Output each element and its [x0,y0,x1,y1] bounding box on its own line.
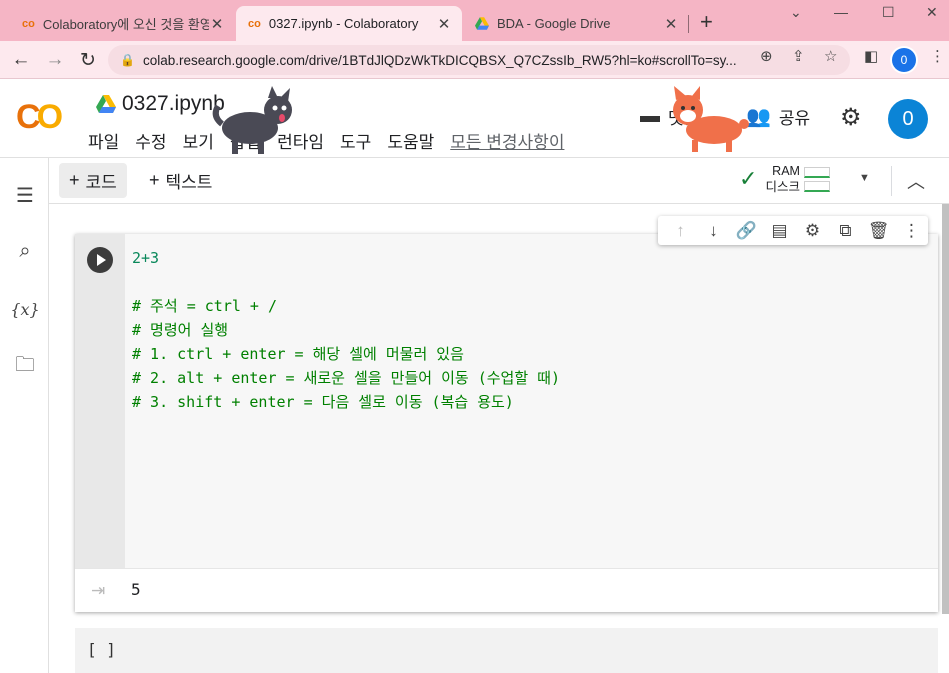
cell-output: ⇥ 5 [75,568,938,612]
address-bar[interactable]: 🔒 colab.research.google.com/drive/1BTdJl… [108,45,850,75]
lock-icon: 🔒 [120,53,135,67]
menu-file[interactable]: 파일 [88,128,119,153]
scrollbar[interactable] [942,204,949,614]
minimize-icon[interactable]: — [834,4,848,20]
drive-favicon-icon [475,17,489,30]
move-up-icon[interactable]: ↑ [664,221,697,241]
code-line: # 3. shift + enter = 다음 셀로 이동 (복습 용도) [132,393,514,411]
tab-search-icon[interactable]: ⌄ [790,4,802,21]
forward-arrow-icon[interactable]: → [42,47,68,73]
variables-icon[interactable]: {x} [10,296,39,322]
browser-tab-notebook[interactable]: co 0327.ipynb - Colaboratory ✕ [236,6,462,41]
mirror-cell-icon[interactable]: ⧉ [829,221,862,241]
tab-title: 0327.ipynb - Colaboratory [268,16,419,31]
notebook-title[interactable]: 0327.ipynb [96,92,225,116]
settings-gear-icon[interactable]: ⚙ [840,103,862,132]
all-changes-link[interactable]: 모든 변경사항이 [450,128,564,153]
cell-toolbar: ↑ ↓ 🔗 ▤ ⚙ ⧉ 🗑 ⋮ [658,216,928,245]
search-icon[interactable]: ⌕ [12,238,38,264]
close-icon[interactable]: ✕ [436,15,452,33]
close-icon[interactable]: ✕ [209,15,225,33]
code-cell[interactable]: 2+3 # 주석 = ctrl + / # 명령어 실행 # 1. ctrl +… [75,234,938,612]
plus-icon: + [69,170,80,190]
tab-divider [688,15,689,33]
browser-tab-drive[interactable]: BDA - Google Drive ✕ [463,6,689,41]
maximize-icon[interactable]: ☐ [882,4,895,21]
link-icon[interactable]: 🔗 [730,221,763,241]
settings-gear-icon[interactable]: ⚙ [796,221,829,241]
code-line: # 주석 = ctrl + / [132,297,278,315]
resource-indicator[interactable]: ✓ RAM 디스크 [739,163,830,195]
ram-label: RAM [772,164,800,178]
add-text-button[interactable]: + 텍스트 [139,163,222,198]
add-code-button[interactable]: + 코드 [59,163,127,198]
tab-title: Colaboratory에 오신 것을 환영 [42,17,209,32]
corgi-mascot-icon [673,86,749,152]
window-close-icon[interactable]: ✕ [926,4,938,21]
runtime-dropdown-icon[interactable]: ▼ [859,172,870,184]
run-cell-button[interactable] [87,247,113,273]
toolbar-divider [891,166,892,196]
colab-header: CO 0327.ipynb 파일 수정 보기 삽입 런타임 도구 도움말 모든 … [0,80,949,158]
ram-usage-bar [803,166,830,178]
menu-bar: 파일 수정 보기 삽입 런타임 도구 도움말 모든 변경사항이 [88,128,580,153]
back-arrow-icon[interactable]: ← [8,47,34,73]
browser-tab-welcome[interactable]: co Colaboratory에 오신 것을 환영 ✕ [10,6,235,41]
disk-label: 디스크 [765,180,800,194]
browser-navbar: ← → ↻ 🔒 colab.research.google.com/drive/… [0,41,949,79]
cat-mascot-icon [212,86,292,154]
side-panel-icon[interactable]: ◧ [864,47,878,65]
add-code-label: 코드 [85,173,117,192]
browser-tab-strip: co Colaboratory에 오신 것을 환영 ✕ co 0327.ipyn… [0,0,949,41]
table-of-contents-icon[interactable]: ☰ [12,182,38,208]
colab-logo[interactable]: CO [16,98,63,137]
execution-count: [ ] [87,640,116,659]
connected-check-icon: ✓ [739,166,758,191]
empty-code-cell[interactable]: [ ] [75,628,938,673]
plus-icon: + [149,170,160,190]
share-page-icon[interactable]: ⇪ [792,47,805,65]
tab-title: BDA - Google Drive [497,16,611,31]
zoom-icon[interactable]: ⊕ [760,47,773,65]
menu-help[interactable]: 도움말 [387,128,434,153]
reload-icon[interactable]: ↻ [75,47,101,73]
collapse-header-icon[interactable]: ︿ [907,168,925,194]
output-icon[interactable]: ⇥ [91,581,105,601]
code-line: # 1. ctrl + enter = 해당 셀에 머물러 있음 [132,345,464,363]
comment-icon[interactable]: ▤ [763,221,796,241]
code-line: 2+3 [132,249,160,267]
add-text-label: 텍스트 [165,173,213,192]
close-icon[interactable]: ✕ [663,15,679,33]
move-down-icon[interactable]: ↓ [697,221,730,241]
bookmark-star-icon[interactable]: ☆ [824,47,837,65]
side-rail: ☰ ⌕ {x} 🗀 [0,158,49,673]
menu-edit[interactable]: 수정 [135,128,166,153]
colab-favicon-icon: co [248,17,261,30]
new-tab-button[interactable]: + [700,11,713,33]
output-text: 5 [131,580,141,599]
cell-gutter [75,234,125,568]
code-editor[interactable]: 2+3 # 주석 = ctrl + / # 명령어 실행 # 1. ctrl +… [125,234,938,568]
browser-profile-avatar[interactable]: 0 [892,48,916,72]
share-label: 공유 [778,109,811,128]
drive-icon[interactable] [96,95,116,113]
comment-icon: ▬ [640,105,660,127]
account-avatar[interactable]: 0 [888,99,928,139]
url-text: colab.research.google.com/drive/1BTdJlQD… [142,52,737,68]
disk-usage-bar [803,180,830,192]
menu-tools[interactable]: 도구 [340,128,371,153]
notebook-toolbar: + 코드 + 텍스트 ✓ RAM 디스크 ▼ ︿ [49,158,949,204]
colab-favicon-icon: co [22,17,35,30]
delete-icon[interactable]: 🗑 [862,221,895,241]
play-icon [97,254,106,266]
kebab-menu-icon[interactable]: ⋮ [930,47,945,65]
folder-icon[interactable]: 🗀 [12,354,38,380]
more-options-icon[interactable]: ⋮ [895,221,928,241]
code-line: # 2. alt + enter = 새로운 셀을 만들어 이동 (수업할 때) [132,369,561,387]
code-line: # 명령어 실행 [132,321,229,339]
